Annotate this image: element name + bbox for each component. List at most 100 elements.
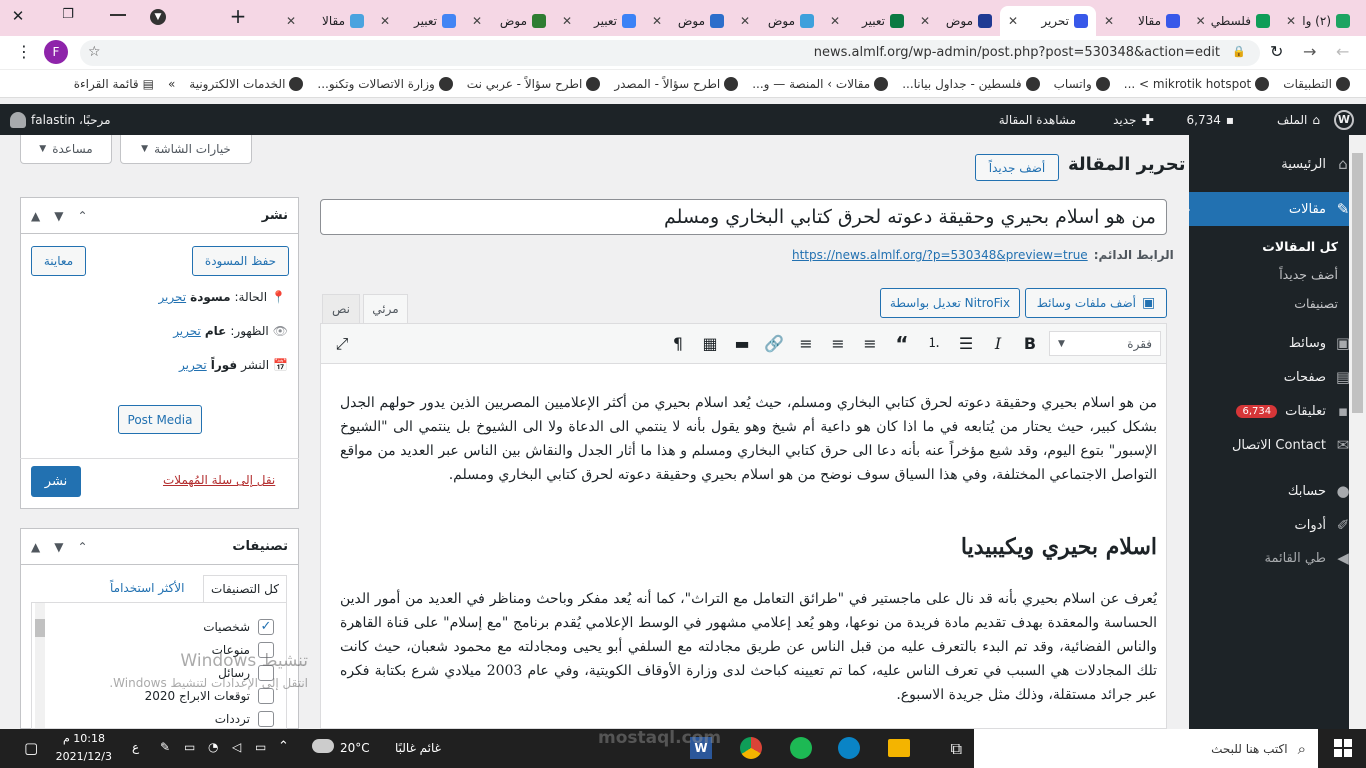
post-media-button[interactable]: Post Media (118, 405, 202, 434)
add-new-button[interactable]: أضف جديداً (975, 154, 1059, 181)
taskbar-search-box[interactable]: ⌕ اكتب هنا للبحث (974, 729, 1318, 768)
toggle-up-icon[interactable]: ⌃ (77, 209, 87, 223)
category-checkbox[interactable] (258, 711, 274, 727)
browser-tab[interactable]: موض ✕ (644, 6, 732, 36)
menu-dashboard[interactable]: ⌂ الرئيسية (1189, 147, 1366, 181)
pen-icon[interactable]: ✎ (160, 740, 170, 754)
permalink-link[interactable]: https://news.almlf.org/?p=530348&preview… (792, 248, 1088, 262)
forward-icon[interactable]: ← (1336, 42, 1349, 61)
help-button[interactable]: مساعدة ▼ (20, 135, 112, 164)
tab-close-icon[interactable]: ✕ (1104, 14, 1114, 28)
bookmark-star-icon[interactable]: ☆ (88, 44, 101, 60)
browser-tab[interactable]: مقالا ✕ (1096, 6, 1188, 36)
browser-tab[interactable]: (٢) وا ✕ (1278, 6, 1358, 36)
add-media-button[interactable]: ▣ أضف ملفات وسائط (1025, 288, 1167, 318)
chrome-icon[interactable] (740, 737, 762, 759)
move-down-icon[interactable]: ▼ (54, 209, 63, 223)
file-explorer-icon[interactable] (888, 739, 910, 757)
read-more-icon[interactable]: ▬ (732, 334, 752, 354)
tab-close-icon[interactable]: ✕ (740, 14, 750, 28)
tab-close-icon[interactable]: ✕ (472, 14, 482, 28)
move-up-icon[interactable]: ▲ (31, 540, 40, 554)
move-to-trash-link[interactable]: نقل إلى سلة المُهملات (163, 473, 275, 487)
tab-close-icon[interactable]: ✕ (1008, 14, 1018, 28)
close-window-icon[interactable]: ✕ (8, 7, 28, 27)
submenu-categories[interactable]: تصنيفات (1189, 296, 1366, 311)
nitrofix-button[interactable]: تعديل بواسطة NitroFix (880, 288, 1020, 318)
account-menu[interactable]: مرحبًا، falastin (10, 104, 111, 135)
menu-collapse[interactable]: ◀ طي القائمة (1189, 541, 1366, 575)
chevron-up-icon[interactable]: ⌃ (278, 739, 289, 754)
editor-heading[interactable]: اسلام بحيري ويكيبيديا (700, 534, 1157, 560)
italic-icon[interactable]: I (988, 334, 1008, 354)
browser-tab[interactable]: تعبير ✕ (372, 6, 464, 36)
numbered-list-icon[interactable]: ⒈ (924, 334, 944, 354)
post-title-input[interactable]: من هو اسلام بحيري وحقيقة دعوته لحرق كتاب… (320, 199, 1167, 235)
spotify-icon[interactable] (790, 737, 812, 759)
edit-status-link[interactable]: تحرير (158, 290, 186, 304)
fullscreen-icon[interactable]: ⤢ (332, 334, 352, 354)
bookmark-item[interactable]: واتساب (1054, 76, 1110, 91)
category-checkbox[interactable]: ✓ (258, 619, 274, 635)
browser-tab[interactable]: موض ✕ (732, 6, 822, 36)
submenu-add-new[interactable]: أضف جديداً (1189, 267, 1366, 282)
reading-list-button[interactable]: ▤ قائمة القراءة (74, 77, 154, 91)
align-center-icon[interactable]: ≡ (828, 334, 848, 354)
menu-tools[interactable]: ✐ أدوات (1189, 508, 1366, 542)
align-left-icon[interactable]: ≡ (860, 334, 880, 354)
save-draft-button[interactable]: حفظ المسودة (192, 246, 289, 276)
move-down-icon[interactable]: ▼ (54, 540, 63, 554)
tab-text[interactable]: نص (322, 294, 360, 324)
browser-tab[interactable]: فلسطي ✕ (1188, 6, 1278, 36)
menu-comments[interactable]: ▪ تعليقات 6,734 (1189, 394, 1366, 428)
menu-media[interactable]: ▣ وسائط (1189, 326, 1366, 360)
toolbar-toggle-icon[interactable]: ▦ (700, 334, 720, 354)
toggle-up-icon[interactable]: ⌃ (77, 540, 87, 554)
align-right-icon[interactable]: ≡ (796, 334, 816, 354)
back-icon[interactable]: → (1303, 42, 1316, 61)
scrollbar[interactable] (35, 603, 45, 728)
tab-all-categories[interactable]: كل التصنيفات (203, 575, 287, 603)
bookmarks-overflow-button[interactable]: » (168, 77, 175, 91)
edit-visibility-link[interactable]: تحرير (173, 324, 201, 338)
blockquote-icon[interactable]: “ (892, 334, 912, 354)
profile-avatar[interactable]: F (44, 40, 68, 64)
tab-visual[interactable]: مرئي (363, 294, 408, 324)
weather-text[interactable]: غائم غالبًا (395, 741, 441, 755)
screen-options-button[interactable]: خيارات الشاشة ▼ (120, 135, 252, 164)
clock-date[interactable]: 2021/12/3 (56, 750, 112, 763)
view-post-link[interactable]: مشاهدة المقالة (999, 104, 1076, 135)
preview-button[interactable]: معاينة (31, 246, 86, 276)
link-icon[interactable]: 🔗 (764, 334, 784, 354)
wifi-icon[interactable]: ◔ (208, 740, 218, 754)
bookmark-item[interactable]: اطرح سؤالاً - المصدر (614, 76, 739, 91)
menu-pages[interactable]: ▤ صفحات (1189, 360, 1366, 394)
category-item[interactable]: توقعات الابراج 2020 (145, 688, 274, 704)
notification-icon[interactable]: ▢ (24, 739, 38, 757)
bold-icon[interactable]: B (1020, 334, 1040, 354)
site-name-link[interactable]: ⌂ الملف (1277, 104, 1320, 135)
volume-icon[interactable]: ◁ (232, 740, 241, 754)
clock-time[interactable]: 10:18 م (58, 732, 110, 745)
bookmark-item[interactable]: اطرح سؤالاً - عربي نت (467, 76, 601, 91)
paragraph-icon[interactable]: ¶ (668, 334, 688, 354)
submenu-all-posts[interactable]: كل المقالات (1189, 239, 1366, 254)
move-up-icon[interactable]: ▲ (31, 209, 40, 223)
tab-close-icon[interactable]: ✕ (830, 14, 840, 28)
page-scrollbar[interactable] (1349, 135, 1366, 729)
windows-start-icon[interactable] (1334, 739, 1352, 757)
meet-icon[interactable]: ▭ (255, 740, 266, 754)
menu-contact[interactable]: ✉ Contact الاتصال (1189, 428, 1366, 462)
edge-icon[interactable] (838, 737, 860, 759)
browser-tab[interactable]: تعبير ✕ (822, 6, 912, 36)
browser-tab[interactable]: موض ✕ (464, 6, 554, 36)
address-bar[interactable]: ☆ news.almlf.org/wp-admin/post.php?post=… (80, 40, 1260, 66)
browser-tab[interactable]: مقالا ✕ (278, 6, 372, 36)
reload-icon[interactable]: ↻ (1270, 42, 1283, 61)
publish-button[interactable]: نشر (31, 466, 81, 497)
bookmark-item[interactable]: فلسطين - جداول بيانا... (902, 76, 1040, 91)
menu-profile[interactable]: ● حسابك (1189, 474, 1366, 508)
bookmark-item[interactable]: الخدمات الالكترونية (189, 76, 304, 91)
editor-paragraph-2[interactable]: يُعرف عن اسلام بحيري بأنه قد نال على ماج… (340, 587, 1157, 711)
bookmark-item[interactable]: مقالات › المنصة — و... (752, 76, 889, 91)
